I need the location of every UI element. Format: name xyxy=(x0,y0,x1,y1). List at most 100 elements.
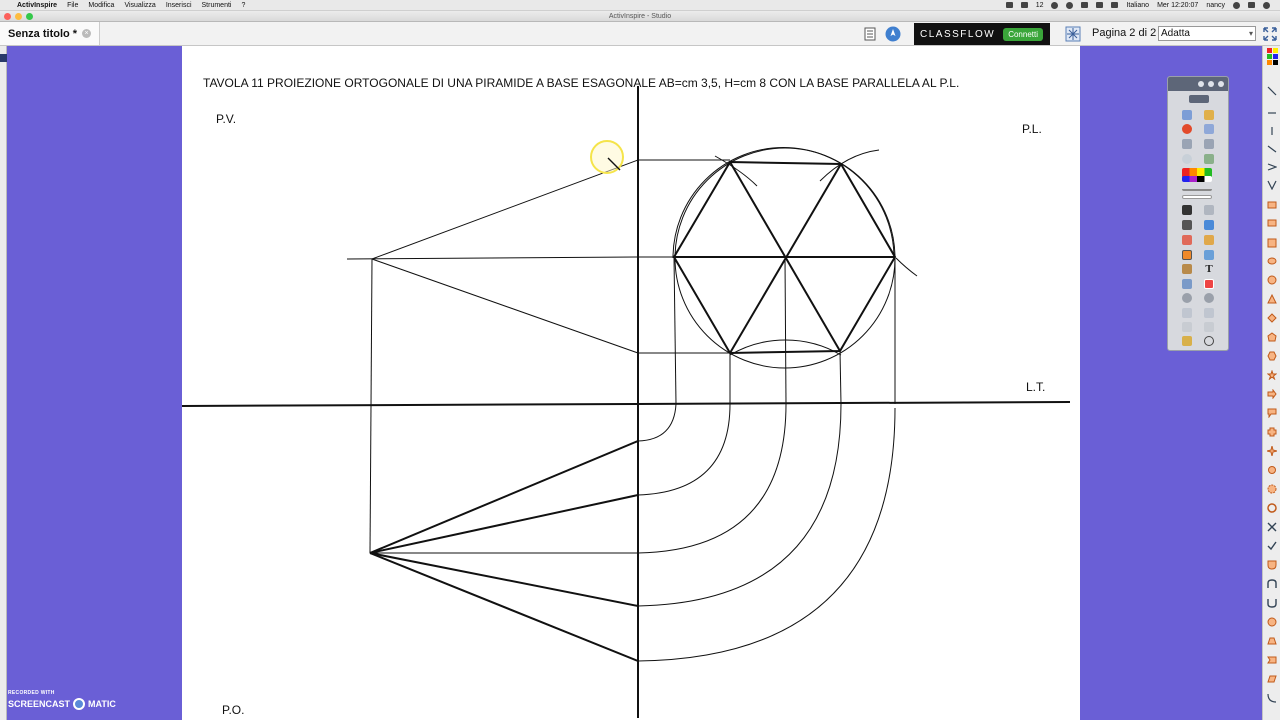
color-blue-swatch[interactable] xyxy=(1273,54,1278,59)
checkmark-icon[interactable] xyxy=(1267,541,1277,551)
menubar-clock[interactable]: Mer 12:20:07 xyxy=(1157,2,1198,9)
volume-icon[interactable] xyxy=(1096,2,1104,8)
minimize-window-button[interactable] xyxy=(15,13,22,20)
revealer-icon[interactable] xyxy=(1182,279,1192,289)
diamond-icon[interactable] xyxy=(1267,313,1277,323)
text-tool-icon[interactable]: T xyxy=(1204,264,1214,275)
zigzag-icon[interactable] xyxy=(1267,162,1277,172)
redo-icon[interactable] xyxy=(1204,293,1214,303)
rocket-icon[interactable] xyxy=(885,26,901,42)
zoom-select[interactable]: Adatta ▾ xyxy=(1158,26,1256,41)
gear-shape-icon[interactable] xyxy=(1267,484,1277,494)
toolbox-header[interactable] xyxy=(1168,77,1228,91)
curve-icon[interactable] xyxy=(1267,693,1277,703)
callout-icon[interactable] xyxy=(1267,408,1277,418)
notification-center-icon[interactable] xyxy=(1248,2,1255,8)
siri-icon[interactable] xyxy=(1263,1,1270,9)
close-tab-icon[interactable]: × xyxy=(82,29,92,38)
width-slider[interactable] xyxy=(1182,195,1212,199)
menu-modifica[interactable]: Modifica xyxy=(88,0,114,11)
vertical-line-icon[interactable] xyxy=(1267,126,1277,136)
color-green-swatch[interactable] xyxy=(1267,54,1272,59)
document-tab[interactable]: Senza titolo * × xyxy=(0,22,101,45)
spotlight-icon[interactable] xyxy=(1204,279,1214,289)
pen-icon[interactable] xyxy=(1182,220,1192,230)
browser-icon[interactable] xyxy=(1204,124,1214,134)
page-previous-icon[interactable] xyxy=(1182,139,1192,149)
hexagon-icon[interactable] xyxy=(1267,351,1277,361)
ruler-icon[interactable] xyxy=(1204,308,1214,318)
select-pointer-icon[interactable] xyxy=(1182,205,1192,215)
menu-file[interactable]: File xyxy=(67,0,78,11)
parallelogram-icon[interactable] xyxy=(1267,674,1277,684)
angle-icon[interactable] xyxy=(1267,180,1277,190)
toolbox-close-icon[interactable] xyxy=(1218,81,1224,87)
cloud-icon[interactable] xyxy=(1005,2,1013,8)
menu-strumenti[interactable]: Strumenti xyxy=(202,0,232,11)
sparkle-icon[interactable] xyxy=(1267,446,1277,456)
protractor-icon[interactable] xyxy=(1182,322,1192,332)
triangle-icon[interactable] xyxy=(1267,294,1277,304)
floating-toolbox[interactable]: T xyxy=(1167,76,1229,351)
trapezoid-icon[interactable] xyxy=(1267,636,1277,646)
rectangle-outline-icon[interactable] xyxy=(1267,200,1277,210)
sync-status-icon[interactable] xyxy=(1051,1,1059,9)
flipchart-page[interactable]: TAVOLA 11 PROIEZIONE ORTOGONALE DI UNA P… xyxy=(182,46,1080,720)
fill-icon[interactable] xyxy=(1204,235,1214,245)
page-browser-icon[interactable] xyxy=(1065,26,1081,42)
toolbox-menu-icon[interactable] xyxy=(1198,81,1204,87)
compass-icon[interactable] xyxy=(1204,322,1214,332)
arrow-right-icon[interactable] xyxy=(1267,389,1277,399)
undo-icon[interactable] xyxy=(1182,293,1192,303)
menu-visualizza[interactable]: Visualizza xyxy=(124,0,155,11)
rectangle-icon[interactable] xyxy=(1267,218,1277,228)
left-edge-panel[interactable] xyxy=(0,46,7,720)
menu-inserisci[interactable]: Inserisci xyxy=(166,0,192,11)
star-icon[interactable] xyxy=(1267,370,1277,380)
toolbox-settings-icon[interactable] xyxy=(1208,81,1214,87)
wifi-icon[interactable] xyxy=(1081,2,1089,8)
clock-status-icon[interactable] xyxy=(1066,1,1074,9)
status-icon[interactable] xyxy=(1020,2,1028,8)
move-icon[interactable] xyxy=(1204,205,1214,215)
panel-handle[interactable] xyxy=(0,54,7,62)
x-mark-icon[interactable] xyxy=(1267,522,1277,532)
language-indicator[interactable]: Italiano xyxy=(1126,2,1149,9)
line-tool-icon[interactable] xyxy=(1267,86,1277,96)
close-window-button[interactable] xyxy=(4,13,11,20)
notes-icon[interactable] xyxy=(1182,336,1192,346)
notched-rect-icon[interactable] xyxy=(1267,655,1277,665)
page-icon[interactable] xyxy=(862,26,878,42)
pen-width-selector[interactable] xyxy=(1182,185,1212,191)
main-menu-icon[interactable] xyxy=(1182,110,1192,120)
spotlight-search-icon[interactable] xyxy=(1233,1,1240,9)
magic-ink-icon[interactable] xyxy=(1204,336,1214,346)
classflow-connect-button[interactable]: Connetti xyxy=(1003,27,1043,41)
square-icon[interactable] xyxy=(1267,238,1277,248)
color-yellow-swatch[interactable] xyxy=(1273,48,1278,53)
ring-icon[interactable] xyxy=(1267,503,1277,513)
shield-shape-icon[interactable] xyxy=(1267,560,1277,570)
flag-icon[interactable] xyxy=(1111,2,1119,8)
arrow-line-icon[interactable] xyxy=(1267,144,1277,154)
shape-icon[interactable] xyxy=(1182,250,1192,260)
pentagon-icon[interactable] xyxy=(1267,332,1277,342)
page-next-icon[interactable] xyxy=(1204,139,1214,149)
eraser-icon[interactable] xyxy=(1182,235,1192,245)
ellipse-icon[interactable] xyxy=(1267,256,1277,266)
menu-app-name[interactable]: ActivInspire xyxy=(17,0,57,11)
menu-help[interactable]: ? xyxy=(241,0,245,11)
u-shape-icon[interactable] xyxy=(1267,598,1277,608)
cross-shape-icon[interactable] xyxy=(1267,427,1277,437)
color-palette-row2[interactable] xyxy=(1182,176,1212,182)
highlighter-icon[interactable] xyxy=(1204,220,1214,230)
arch-icon[interactable] xyxy=(1267,579,1277,589)
horizontal-line-icon[interactable] xyxy=(1267,108,1277,118)
connector-icon[interactable] xyxy=(1204,250,1214,260)
desktop-tools-icon[interactable] xyxy=(1204,154,1214,164)
desktop-annotate-icon[interactable] xyxy=(1182,154,1192,164)
color-black-swatch[interactable] xyxy=(1273,60,1278,65)
color-orange-swatch[interactable] xyxy=(1267,60,1272,65)
flipchart-icon[interactable] xyxy=(1204,110,1214,120)
color-red-swatch[interactable] xyxy=(1267,48,1272,53)
